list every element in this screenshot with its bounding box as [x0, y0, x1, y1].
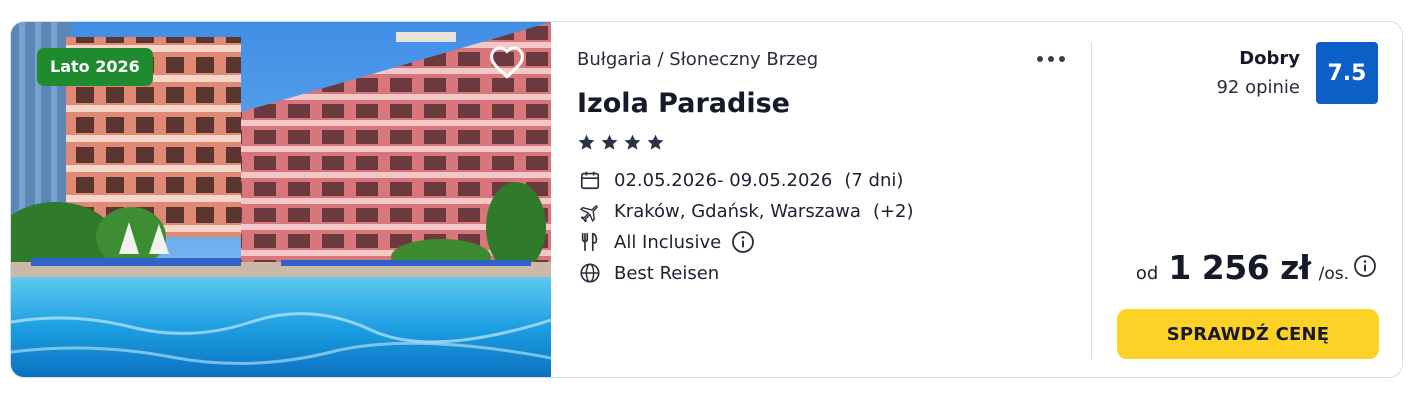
- globe-icon: [577, 260, 603, 286]
- board-row: All Inclusive: [577, 229, 755, 255]
- rating-score-badge[interactable]: 7.5: [1316, 42, 1378, 104]
- check-price-button[interactable]: SPRAWDŹ CENĘ: [1117, 309, 1379, 359]
- hotel-photo[interactable]: Lato 2026: [11, 22, 551, 377]
- calendar-icon: [577, 167, 603, 193]
- price-suffix: /os.: [1318, 264, 1349, 284]
- departure-cities: Kraków, Gdańsk, Warszawa: [614, 200, 861, 222]
- tour-operator: Best Reisen: [614, 262, 720, 284]
- board-info-icon[interactable]: [731, 230, 755, 254]
- star-icon: [624, 134, 641, 150]
- more-departures[interactable]: (+2): [873, 201, 914, 222]
- dates-row: 02.05.2026- 09.05.2026 (7 dni): [577, 167, 903, 193]
- more-options-button[interactable]: [1031, 48, 1071, 70]
- departures-row: Kraków, Gdańsk, Warszawa (+2): [577, 198, 914, 224]
- price-block: od 1 256 zł /os.: [1136, 248, 1377, 287]
- heart-icon[interactable]: [488, 45, 526, 79]
- board-type: All Inclusive: [614, 231, 722, 253]
- price-info-icon[interactable]: [1353, 254, 1377, 278]
- price-amount: 1 256 zł: [1168, 248, 1311, 287]
- destination-breadcrumb[interactable]: Bułgaria / Słoneczny Brzeg: [577, 49, 818, 70]
- hotel-stars: [577, 133, 665, 152]
- hotel-name[interactable]: Izola Paradise: [577, 88, 790, 119]
- plane-icon: [577, 198, 603, 224]
- star-icon: [578, 134, 595, 150]
- section-divider: [1091, 42, 1092, 359]
- cutlery-icon: [577, 229, 603, 255]
- reviews-count[interactable]: 92 opinie: [1216, 77, 1300, 98]
- season-badge: Lato 2026: [37, 48, 153, 86]
- offer-details: Bułgaria / Słoneczny Brzeg Izola Paradis…: [577, 22, 1087, 377]
- rating-label: Dobry: [1239, 48, 1300, 69]
- favorite-button[interactable]: [485, 42, 529, 82]
- operator-row: Best Reisen: [577, 260, 719, 286]
- more-dots-icon: [1037, 56, 1043, 62]
- price-prefix: od: [1135, 263, 1159, 284]
- star-icon: [601, 134, 618, 150]
- travel-duration: (7 dni): [844, 169, 904, 191]
- travel-dates: 02.05.2026- 09.05.2026: [614, 169, 833, 191]
- offer-card[interactable]: Lato 2026 Bułgaria / Słoneczny Brzeg Izo…: [10, 21, 1403, 378]
- star-icon: [647, 134, 664, 150]
